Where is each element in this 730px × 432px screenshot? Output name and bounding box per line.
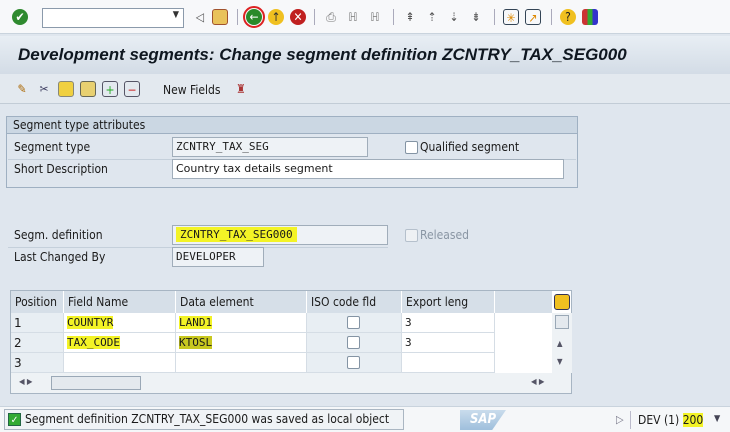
system-info: DEV (1) 200	[638, 413, 704, 427]
find-icon[interactable]: ℍ	[345, 9, 361, 25]
back-arrow-icon[interactable]: ◁	[192, 9, 208, 25]
chevron-down-icon[interactable]: ▼	[173, 10, 179, 20]
export-length-cell[interactable]: 3	[402, 313, 495, 333]
help-icon[interactable]: ?	[560, 9, 576, 25]
system-id: DEV (1)	[638, 413, 680, 427]
iso-code-cell	[307, 333, 402, 353]
last-page-icon[interactable]: ⇟	[468, 9, 484, 25]
command-field[interactable]: ▼	[42, 8, 184, 28]
export-length-cell[interactable]: 3	[402, 333, 495, 353]
status-message-text: Segment definition ZCNTRY_TAX_SEG000 was…	[25, 412, 390, 426]
expand-status-icon[interactable]: ▷	[616, 413, 624, 426]
field-name-value: COUNTYR	[67, 316, 114, 329]
iso-code-cell	[307, 353, 402, 373]
row-position: 1	[11, 313, 64, 333]
new-fields-button[interactable]: New Fields	[163, 83, 220, 97]
segment-type-field: ZCNTRY_TAX_SEG	[172, 137, 368, 157]
next-page-icon[interactable]: ⇣	[446, 9, 462, 25]
status-message[interactable]: ✓ Segment definition ZCNTRY_TAX_SEG000 w…	[4, 409, 404, 430]
iso-code-checkbox[interactable]	[347, 316, 360, 329]
cut-icon[interactable]: ✂	[36, 81, 52, 97]
short-description-label: Short Description	[14, 162, 108, 176]
table-settings-icon[interactable]	[554, 294, 570, 310]
segment-type-label: Segment type	[14, 140, 91, 154]
scroll-up-icon[interactable]: ▲	[557, 339, 563, 348]
scroll-left-icon[interactable]: ◀ ▶	[19, 377, 32, 386]
col-header-position[interactable]: Position	[11, 291, 64, 313]
export-length-cell[interactable]	[402, 353, 495, 373]
data-element-value: KTOSL	[179, 336, 213, 349]
scroll-down-icon[interactable]: ▼	[557, 357, 563, 366]
cancel-icon[interactable]: ✕	[290, 9, 306, 25]
new-session-icon[interactable]: ✳	[503, 9, 519, 25]
vertical-scrollbar[interactable]: ▲ ▼	[552, 313, 572, 373]
last-changed-label: Last Changed By	[14, 250, 106, 264]
data-element-cell[interactable]	[176, 353, 307, 373]
iso-code-cell	[307, 313, 402, 333]
iso-code-checkbox[interactable]	[347, 336, 360, 349]
save-icon[interactable]	[212, 9, 228, 25]
success-icon: ✓	[8, 413, 21, 426]
segm-definition-field: ZCNTRY_TAX_SEG000	[176, 227, 297, 242]
group-title: Segment type attributes	[6, 116, 578, 134]
prev-page-icon[interactable]: ⇡	[424, 9, 440, 25]
scroll-thumb[interactable]	[555, 315, 569, 329]
delete-row-icon[interactable]: −	[124, 81, 140, 97]
field-name-value: TAX_CODE	[67, 336, 120, 349]
row-position: 3	[11, 353, 64, 373]
header-filler	[495, 291, 553, 313]
col-header-data-element[interactable]: Data element	[176, 291, 307, 313]
segm-definition-label: Segm. definition	[14, 228, 103, 242]
scroll-right-icon[interactable]: ◀ ▶	[531, 377, 544, 386]
find-next-icon[interactable]: ℍ	[367, 9, 383, 25]
layout-icon[interactable]	[582, 9, 598, 25]
horizontal-scrollbar[interactable]: ◀ ▶ ◀ ▶	[11, 373, 571, 393]
shortcut-icon[interactable]: ↗	[525, 9, 541, 25]
copy-icon[interactable]	[58, 81, 74, 97]
col-header-iso-code[interactable]: ISO code fld	[307, 291, 402, 313]
system-dropdown-icon[interactable]: ▼	[714, 414, 720, 424]
row-position: 2	[11, 333, 64, 353]
first-page-icon[interactable]: ⇞	[402, 9, 418, 25]
field-name-cell[interactable]	[64, 353, 176, 373]
released-checkbox	[405, 229, 418, 242]
data-element-cell[interactable]: LAND1	[176, 313, 307, 333]
qualified-segment-checkbox[interactable]	[405, 141, 418, 154]
data-element-cell[interactable]: KTOSL	[176, 333, 307, 353]
col-header-export-length[interactable]: Export leng	[402, 291, 495, 313]
field-name-cell[interactable]: COUNTYR	[64, 313, 176, 333]
col-header-field-name[interactable]: Field Name	[64, 291, 176, 313]
exit-icon[interactable]: ↑	[268, 9, 284, 25]
scroll-thumb-h[interactable]	[51, 376, 141, 390]
iso-code-checkbox[interactable]	[347, 356, 360, 369]
page-title: Development segments: Change segment def…	[18, 45, 627, 64]
last-changed-field: DEVELOPER	[172, 247, 264, 267]
insert-row-icon[interactable]: +	[102, 81, 118, 97]
print-icon[interactable]: ⎙	[323, 9, 339, 25]
enter-icon[interactable]: ✔	[12, 9, 28, 25]
edit-icon[interactable]: ✎	[14, 81, 30, 97]
paste-icon[interactable]	[80, 81, 96, 97]
short-description-input[interactable]: Country tax details segment	[172, 159, 564, 179]
released-label: Released	[420, 228, 469, 242]
client-number: 200	[682, 413, 704, 427]
data-element-value: LAND1	[179, 316, 213, 329]
stamp-icon[interactable]: ♜	[233, 81, 249, 97]
back-icon[interactable]: ←	[243, 6, 265, 28]
field-name-cell[interactable]: TAX_CODE	[64, 333, 176, 353]
fields-table: Position Field Name Data element ISO cod…	[10, 290, 572, 394]
qualified-segment-label: Qualified segment	[420, 140, 520, 154]
